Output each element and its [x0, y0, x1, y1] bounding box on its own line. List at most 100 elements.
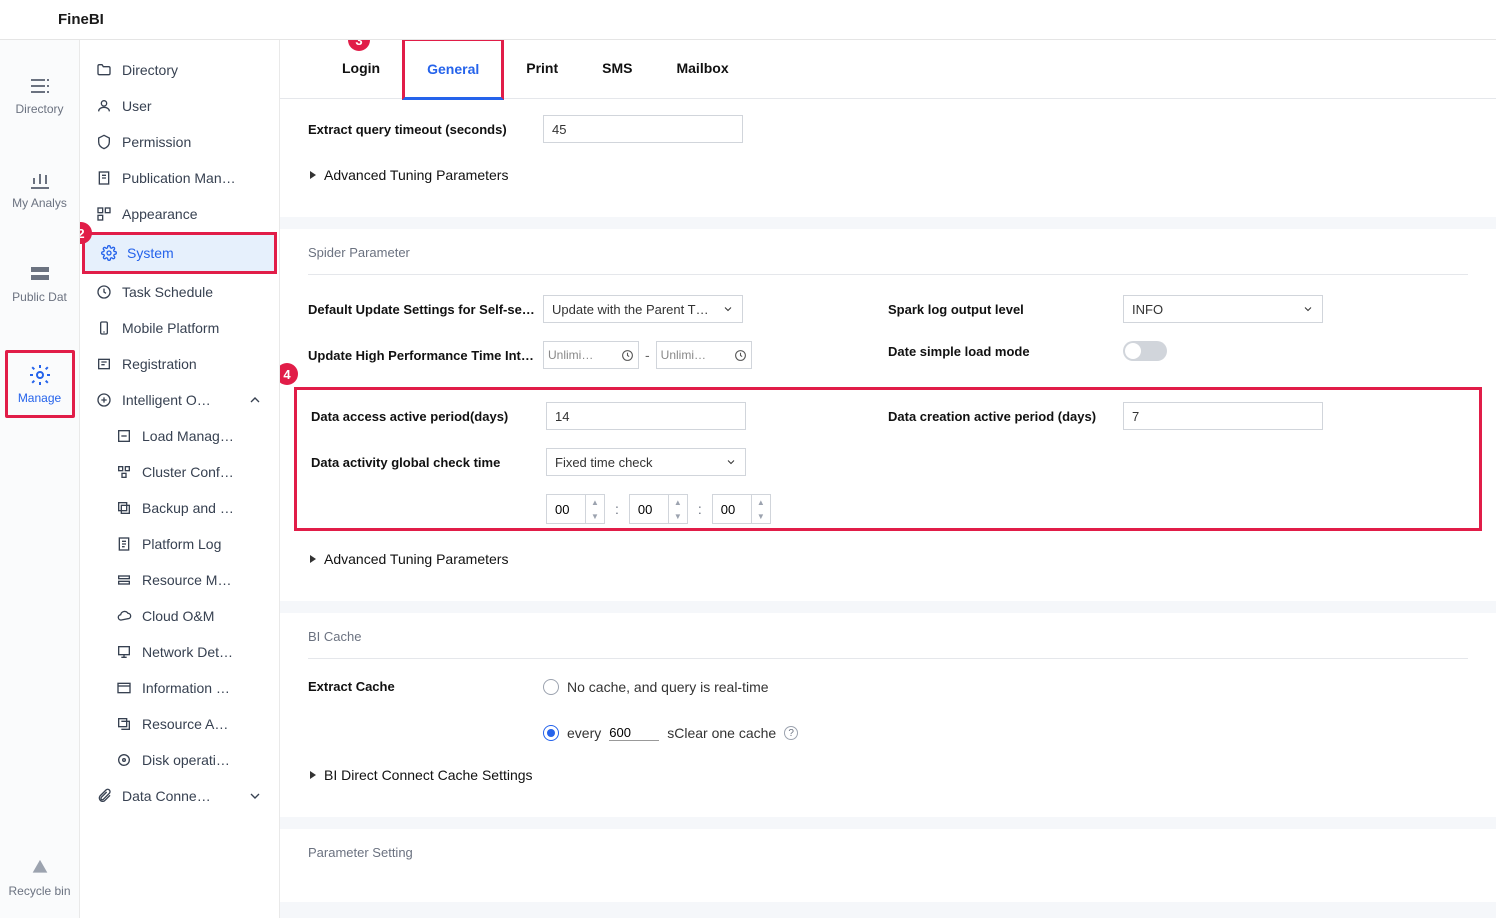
spin-down-icon[interactable]: ▼ [752, 509, 770, 523]
user-icon [96, 98, 112, 114]
sidebar-system[interactable]: System [82, 232, 277, 274]
folder-icon [96, 62, 112, 78]
select-value: Update with the Parent T… [552, 302, 709, 317]
data-access-input[interactable] [546, 402, 746, 430]
radio-no-cache[interactable] [543, 679, 559, 695]
sidebar-item-label: Resource A… [142, 716, 228, 732]
panel-extract: Extract query timeout (seconds) Advanced… [280, 99, 1496, 217]
spin-down-icon[interactable]: ▼ [586, 509, 604, 523]
sidebar-cluster[interactable]: Cluster Conf… [80, 454, 279, 490]
global-check-select[interactable]: Fixed time check [546, 448, 746, 476]
app-header: FineBI [0, 0, 1496, 40]
disclose-advanced-2[interactable]: Advanced Tuning Parameters [308, 545, 1468, 573]
spark-select[interactable]: INFO [1123, 295, 1323, 323]
rail-directory[interactable]: Directory [5, 68, 75, 122]
sidebar-resourcem[interactable]: Resource M… [80, 562, 279, 598]
placeholder-text: Unlimi… [548, 348, 621, 362]
sidebar-information[interactable]: Information … [80, 670, 279, 706]
radio-every[interactable] [543, 725, 559, 741]
sidebar-cloudom[interactable]: Cloud O&M [80, 598, 279, 634]
shield-icon [96, 134, 112, 150]
sidebar-loadmanage[interactable]: Load Manag… [80, 418, 279, 454]
tab-print[interactable]: Print [504, 40, 580, 98]
rail-bottom-label: Recycle bin [8, 884, 70, 898]
time-colon: : [615, 501, 619, 517]
sidebar-appearance[interactable]: Appearance [80, 196, 279, 232]
hp-start-input[interactable]: Unlimi… [543, 341, 639, 369]
disclose-bidirect[interactable]: BI Direct Connect Cache Settings [308, 761, 1468, 789]
every-input[interactable] [609, 725, 659, 741]
sidebar-item-label: Permission [122, 134, 191, 150]
sidebar-permission[interactable]: Permission [80, 124, 279, 160]
spin-up-icon[interactable]: ▲ [752, 495, 770, 509]
sidebar-item-label: Platform Log [142, 536, 221, 552]
sidebar-task[interactable]: Task Schedule [80, 274, 279, 310]
rail-publicdata[interactable]: Public Dat [5, 256, 75, 310]
radio-label: every [567, 725, 601, 741]
sidebar-dataconne[interactable]: Data Conne… [80, 778, 279, 814]
hours-spinner[interactable]: ▲▼ [546, 494, 605, 524]
global-check-label: Data activity global check time [311, 455, 546, 470]
sidebar-diskop[interactable]: Disk operati… [80, 742, 279, 778]
sidebar-item-label: Mobile Platform [122, 320, 219, 336]
paramsetting-heading: Parameter Setting [308, 845, 1468, 860]
tab-sms[interactable]: SMS [580, 40, 654, 98]
rail-recyclebin[interactable]: Recycle bin [8, 858, 70, 898]
panel-paramsetting: Parameter Setting [280, 829, 1496, 902]
caret-right-icon [308, 554, 318, 564]
rail-manage[interactable]: Manage [5, 350, 75, 418]
sidebar-publication[interactable]: Publication Man… [80, 160, 279, 196]
extract-cache-label: Extract Cache [308, 679, 543, 694]
sidebar-item-label: Resource M… [142, 572, 231, 588]
spider-heading: Spider Parameter [308, 245, 1468, 260]
time-colon: : [698, 501, 702, 517]
sidebar-intelligent[interactable]: Intelligent O… [80, 382, 279, 418]
extract-timeout-label: Extract query timeout (seconds) [308, 122, 543, 137]
disclose-label: BI Direct Connect Cache Settings [324, 767, 533, 783]
help-icon[interactable]: ? [784, 726, 798, 740]
seconds-input[interactable] [713, 502, 751, 517]
caret-right-icon [308, 170, 318, 180]
clock-icon [96, 284, 112, 300]
time-picker-group: ▲▼ : ▲▼ : ▲▼ [546, 494, 1465, 524]
extract-timeout-input[interactable] [543, 115, 743, 143]
sidebar-registration[interactable]: Registration [80, 346, 279, 382]
sidebar-item-label: User [122, 98, 152, 114]
sidebar-platformlog[interactable]: Platform Log [80, 526, 279, 562]
sidebar-backup[interactable]: Backup and … [80, 490, 279, 526]
tab-general[interactable]: General [402, 40, 504, 100]
sidebar-resourcea[interactable]: Resource A… [80, 706, 279, 742]
sidebar-directory[interactable]: Directory [80, 52, 279, 88]
sidebar-item-label: Data Conne… [122, 788, 211, 804]
database-icon [28, 262, 52, 286]
chart-icon [28, 168, 52, 192]
sidebar-item-label: System [127, 245, 174, 261]
tab-mailbox[interactable]: Mailbox [654, 40, 750, 98]
spin-up-icon[interactable]: ▲ [669, 495, 687, 509]
disclose-label: Advanced Tuning Parameters [324, 551, 508, 567]
chevron-down-icon [247, 788, 263, 804]
spark-label: Spark log output level [888, 302, 1123, 317]
hp-end-input[interactable]: Unlimi… [656, 341, 752, 369]
network-icon [116, 644, 132, 660]
sidebar-networkdet[interactable]: Network Det… [80, 634, 279, 670]
sidebar-item-label: Information … [142, 680, 230, 696]
default-update-select[interactable]: Update with the Parent T… [543, 295, 743, 323]
minutes-input[interactable] [630, 502, 668, 517]
disclose-advanced-1[interactable]: Advanced Tuning Parameters [308, 161, 1468, 189]
date-simple-toggle[interactable] [1123, 341, 1167, 361]
sidebar-mobile[interactable]: Mobile Platform [80, 310, 279, 346]
tabs-bar: 3 Login General Print SMS Mailbox [280, 40, 1496, 99]
hp-time-label: Update High Performance Time Int… [308, 348, 543, 363]
cloud-icon [116, 608, 132, 624]
hours-input[interactable] [547, 502, 585, 517]
data-creation-input[interactable] [1123, 402, 1323, 430]
sidebar-user[interactable]: User [80, 88, 279, 124]
minutes-spinner[interactable]: ▲▼ [629, 494, 688, 524]
rail-myanalysis[interactable]: My Analys [5, 162, 75, 216]
seconds-spinner[interactable]: ▲▼ [712, 494, 771, 524]
highlighted-region: Data access active period(days) Data act… [294, 387, 1482, 531]
spin-down-icon[interactable]: ▼ [669, 509, 687, 523]
recycle-icon [29, 858, 51, 880]
spin-up-icon[interactable]: ▲ [586, 495, 604, 509]
